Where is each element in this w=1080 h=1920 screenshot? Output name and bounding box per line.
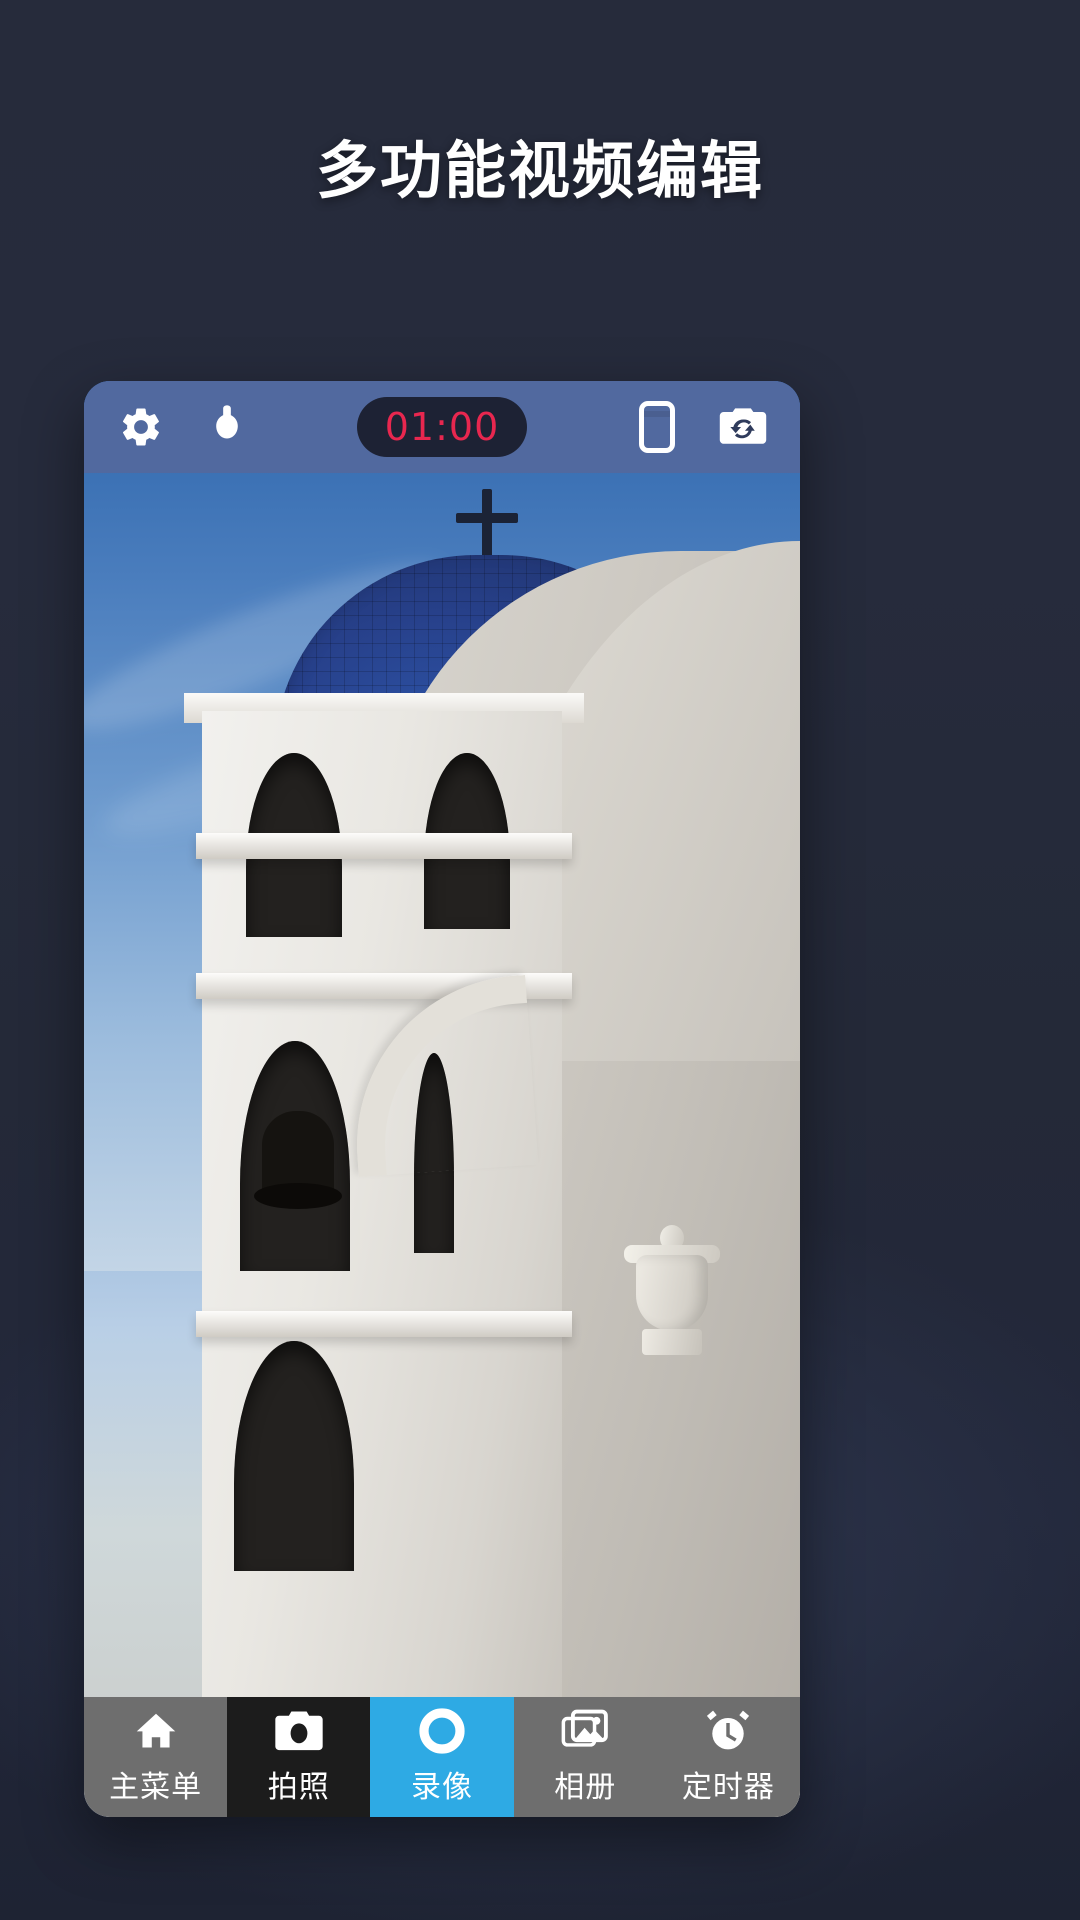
nav-item-record[interactable]: 录像 <box>370 1697 514 1817</box>
urn-body <box>636 1255 708 1331</box>
church-bell <box>254 1111 342 1209</box>
stone-urn-finial <box>624 1221 720 1361</box>
nav-label: 定时器 <box>681 1771 775 1804</box>
recording-timer: 01:00 <box>357 397 527 457</box>
gear-icon <box>118 404 164 450</box>
nav-label: 相册 <box>554 1771 617 1804</box>
nav-label: 拍照 <box>267 1771 330 1804</box>
flash-bulb-icon <box>207 403 247 451</box>
page-title: 多功能视频编辑 <box>315 137 764 206</box>
nav-item-photo[interactable]: 拍照 <box>227 1697 371 1817</box>
switch-camera-button[interactable] <box>712 396 774 458</box>
tower-cornice <box>196 833 572 859</box>
screen-ratio-button[interactable] <box>626 396 688 458</box>
camera-switch-icon <box>718 405 768 449</box>
nav-item-main-menu[interactable]: 主菜单 <box>84 1697 228 1817</box>
gallery-icon <box>559 1708 611 1754</box>
nav-label: 主菜单 <box>109 1771 203 1804</box>
camera-top-toolbar: 01:00 <box>84 381 800 473</box>
timer-value: 01:00 <box>384 405 500 449</box>
cross-finial <box>482 489 492 561</box>
camera-icon <box>273 1708 325 1754</box>
cross-finial <box>456 513 518 523</box>
alarm-clock-icon <box>702 1708 754 1754</box>
nav-item-gallery[interactable]: 相册 <box>513 1697 657 1817</box>
screen-ratio-icon <box>639 401 675 453</box>
phone-mockup: 01:00 主菜单 拍照 录像 相册 定时器 <box>84 381 800 1817</box>
nav-label: 录像 <box>411 1771 473 1804</box>
record-icon <box>416 1708 468 1754</box>
nav-item-timer[interactable]: 定时器 <box>656 1697 800 1817</box>
urn-base <box>642 1329 702 1355</box>
flash-button[interactable] <box>196 396 258 458</box>
camera-bottom-nav: 主菜单 拍照 录像 相册 定时器 <box>84 1697 800 1817</box>
home-icon <box>130 1708 182 1754</box>
settings-button[interactable] <box>110 396 172 458</box>
tower-cornice <box>196 1311 572 1337</box>
camera-viewfinder[interactable] <box>84 381 800 1817</box>
